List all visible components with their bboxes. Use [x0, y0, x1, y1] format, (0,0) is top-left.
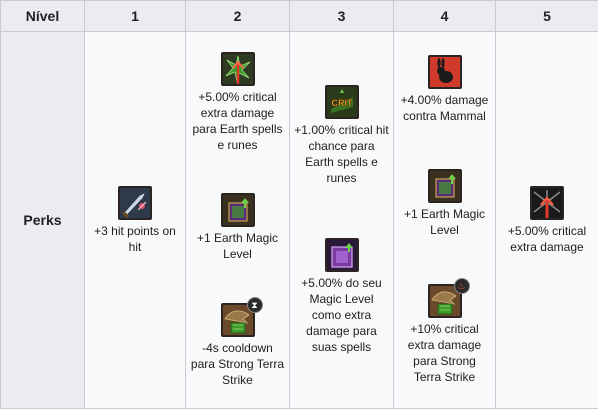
perk-text: -4s cooldown para Strong Terra Strike	[190, 340, 285, 387]
level-2-header: 2	[185, 0, 290, 32]
perk-strong-terra-cooldown: ⧗ -4s cooldown para Strong Terra Strike	[186, 296, 289, 388]
perk-strong-terra-damage: ♨ +10% critical extra damage para Strong…	[394, 278, 495, 385]
magic-level-book-icon[interactable]	[324, 238, 359, 273]
perk-text: +5.00% do seu Magic Level como extra dam…	[301, 276, 382, 355]
perk-text: +10% critical extra damage para Strong T…	[407, 322, 482, 385]
level-3-header: 3	[289, 0, 394, 32]
level-1-header: 1	[84, 0, 186, 32]
crit-chance-icon[interactable]: CRIT	[324, 84, 359, 119]
perk-text: +3 hit points on hit	[94, 223, 176, 254]
earth-crit-damage-icon[interactable]	[220, 52, 255, 87]
perk-earth-magic-level: +1 Earth Magic Level	[186, 193, 289, 262]
perk-critical-damage: +5.00% critical extra damage	[496, 185, 598, 255]
level-header: Nível	[0, 0, 85, 32]
rabbit-icon[interactable]	[427, 54, 462, 89]
level-4-cell: +4.00% damage contra Mammal +1 Earth Mag…	[393, 31, 496, 409]
damage-badge-icon: ♨	[453, 278, 470, 295]
level-1-cell: +3 hit points on hit	[84, 31, 186, 409]
level-4-header: 4	[393, 0, 496, 32]
perk-hit-points: +3 hit points on hit	[85, 185, 185, 255]
svg-text:CRIT: CRIT	[331, 98, 352, 108]
cooldown-badge-icon: ⧗	[246, 296, 263, 313]
header-row: Nível 1 2 3 4 5	[0, 0, 598, 32]
sword-icon[interactable]	[118, 185, 152, 220]
perk-crit-chance: CRIT +1.00% critical hit chance para Ear…	[290, 84, 393, 186]
perk-text: +4.00% damage contra Mammal	[400, 92, 489, 123]
perk-text: +5.00% critical extra damage para Earth …	[192, 90, 283, 153]
perk-mammal-damage: +4.00% damage contra Mammal	[394, 54, 495, 124]
perk-text: +1 Earth Magic Level	[196, 231, 279, 262]
perk-text: +1 Earth Magic Level	[403, 207, 486, 238]
earth-magic-book-icon[interactable]	[220, 193, 255, 228]
perks-row-label: Perks	[0, 31, 85, 409]
perk-text: +1.00% critical hit chance para Earth sp…	[294, 122, 389, 185]
earth-magic-book-icon[interactable]	[427, 169, 462, 204]
level-2-cell: +5.00% critical extra damage para Earth …	[185, 31, 290, 409]
perk-text: +5.00% critical extra damage	[507, 223, 587, 254]
critical-damage-icon[interactable]	[530, 185, 564, 220]
level-3-cell: CRIT +1.00% critical hit chance para Ear…	[289, 31, 394, 409]
perks-row: Perks +3 hit points on hit +5.00% critic…	[0, 31, 598, 409]
perks-table: Nível 1 2 3 4 5 Perks +3 hit points on h…	[0, 0, 598, 409]
level-5-header: 5	[495, 0, 598, 32]
perk-earth-crit-damage: +5.00% critical extra damage para Earth …	[186, 52, 289, 153]
perk-magic-level-damage: +5.00% do seu Magic Level como extra dam…	[290, 238, 393, 355]
perk-earth-magic-level: +1 Earth Magic Level	[394, 169, 495, 238]
level-5-cell: +5.00% critical extra damage	[495, 31, 598, 409]
